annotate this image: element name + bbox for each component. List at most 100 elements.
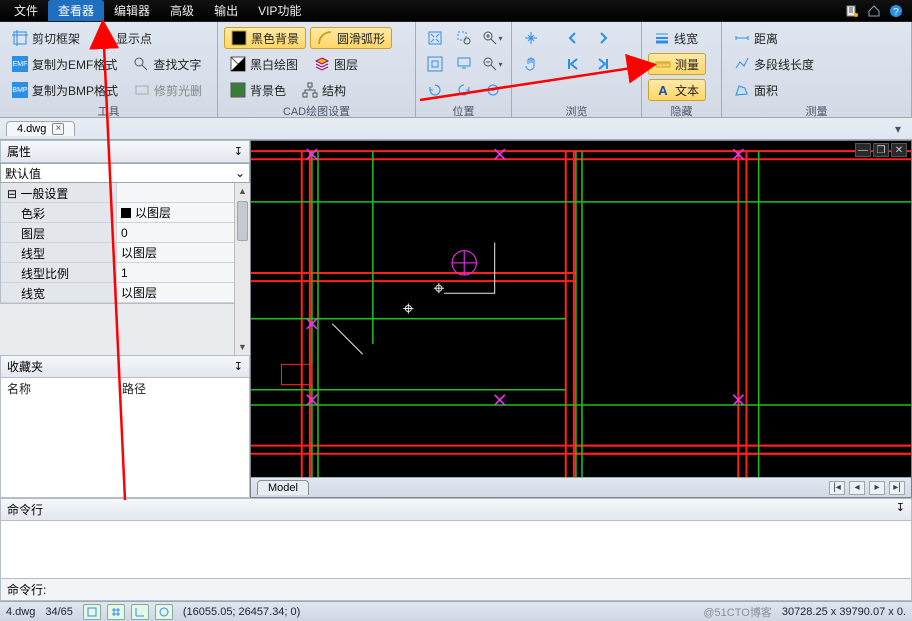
prev-button[interactable] [560,27,586,49]
document-tab[interactable]: 4.dwg × [6,121,75,136]
restore-button[interactable]: ❐ [873,143,889,157]
home-icon[interactable] [866,3,882,19]
text-icon: A [655,82,671,98]
copy-emf-button[interactable]: EMF复制为EMF格式 [6,53,123,75]
first-button[interactable] [560,53,586,75]
properties-scrollbar[interactable]: ▲ ▼ [234,183,250,355]
trim-icon [134,82,150,98]
pin-icon[interactable]: ↧ [234,145,243,158]
next-button[interactable] [590,27,616,49]
zoom-window-button[interactable] [451,27,476,49]
close-tab-button[interactable]: × [52,123,64,135]
prop-row-linetype[interactable]: 线型以图层 [1,243,249,263]
polyline-length-button[interactable]: 多段线长度 [728,53,820,75]
prop-key: 线型比例 [1,263,116,282]
pan-button[interactable] [518,27,544,49]
menu-viewer[interactable]: 查看器 [48,0,104,21]
menu-output[interactable]: 输出 [204,0,248,21]
bw-draw-button[interactable]: 黑白绘图 [224,53,304,75]
measure-button[interactable]: 测量 [648,53,706,75]
zoom-out-button[interactable]: ▾ [480,53,505,75]
properties-combo[interactable]: 默认值 ⌄ [0,163,250,183]
tab-menu-button[interactable]: ▾ [890,121,906,137]
properties-title[interactable]: 属性 ↧ [0,140,250,163]
model-tab[interactable]: Model [257,480,309,495]
show-points-button[interactable]: 显示点 [90,27,158,49]
area-button[interactable]: 面积 [728,79,784,101]
note-icon[interactable] [844,3,860,19]
ribbon-group-hide: 线宽 测量 A文本 隐藏 [642,22,722,117]
prop-section-label: 一般设置 [20,187,68,201]
pin-icon[interactable]: ↧ [896,501,905,518]
layout-next-button[interactable]: ▸ [869,481,885,495]
prop-row-ltscale[interactable]: 线型比例1 [1,263,249,283]
menu-bar: 文件 查看器 编辑器 高级 输出 VIP功能 ? [0,0,912,22]
layout-first-button[interactable]: |◂ [829,481,845,495]
status-coords: (16055.05; 26457.34; 0) [183,606,300,618]
minimize-button[interactable]: — [855,143,871,157]
grid-toggle[interactable] [107,604,125,620]
command-panel-title[interactable]: 命令行 ↧ [0,498,912,521]
close-button[interactable]: ✕ [891,143,907,157]
osnap-toggle[interactable] [155,604,173,620]
favorites-title[interactable]: 收藏夹 ↧ [0,355,250,378]
group-label-cad: CAD绘图设置 [224,102,409,119]
canvas-bottom-bar: Model |◂ ◂ ▸ ▸| [251,477,911,497]
status-toggles [83,604,173,620]
rotate-ccw-button[interactable] [451,79,476,101]
command-title-label: 命令行 [7,501,43,518]
layers-button[interactable]: 图层 [308,53,364,75]
prop-row-color[interactable]: 色彩以图层 [1,203,249,223]
lineweight-button[interactable]: 线宽 [648,27,704,49]
find-text-button[interactable]: 查找文字 [127,53,207,75]
zoom-rect-button[interactable] [451,53,476,75]
copy-bmp-button[interactable]: BMP复制为BMP格式 [6,79,124,101]
polyline-icon [734,56,750,72]
command-input[interactable] [52,581,905,598]
smooth-arc-button[interactable]: 圆滑弧形 [310,27,392,49]
scroll-down-button[interactable]: ▼ [235,339,250,355]
prop-row-lineweight[interactable]: 线宽以图层 [1,283,249,303]
rotate-button[interactable] [422,79,447,101]
smooth-arc-label: 圆滑弧形 [337,30,385,47]
crop-frame-button[interactable]: 剪切框架 [6,27,86,49]
ortho-toggle[interactable] [131,604,149,620]
status-pages: 34/65 [45,606,73,618]
prop-row-layer[interactable]: 图层0 [1,223,249,243]
prop-section[interactable]: ⊟ 一般设置 [1,183,249,203]
scroll-thumb[interactable] [237,201,248,241]
help-icon[interactable]: ? [888,3,904,19]
drawing-canvas[interactable]: — ❐ ✕ Model |◂ ◂ ▸ ▸| [250,140,912,498]
menu-advanced[interactable]: 高级 [160,0,204,21]
bgcolor-button[interactable]: 背景色 [224,79,292,101]
ribbon-group-browse: 浏览 [512,22,642,117]
text-button[interactable]: A文本 [648,79,706,101]
command-history[interactable] [0,521,912,579]
measure-label: 测量 [675,56,699,73]
trim-button[interactable]: 修剪光删 [128,79,208,101]
favorites-body[interactable]: 名称 路径 [0,378,250,498]
layout-prev-button[interactable]: ◂ [849,481,865,495]
hand-button[interactable] [518,53,544,75]
black-bg-button[interactable]: 黑色背景 [224,27,306,49]
scroll-up-button[interactable]: ▲ [235,183,250,199]
pin-icon[interactable]: ↧ [234,360,243,373]
distance-button[interactable]: 距离 [728,27,784,49]
menu-vip[interactable]: VIP功能 [248,0,311,21]
zoom-in-button[interactable]: ▾ [480,27,505,49]
center-button[interactable] [480,79,505,101]
extents-button[interactable] [422,53,447,75]
menu-editor[interactable]: 编辑器 [104,0,160,21]
menu-file[interactable]: 文件 [4,0,48,21]
ribbon-group-position: ▾ ▾ 位置 [416,22,512,117]
copy-emf-label: 复制为EMF格式 [32,56,117,73]
last-button[interactable] [590,53,616,75]
color-swatch [121,208,131,218]
structure-button[interactable]: 结构 [296,79,352,101]
fit-window-button[interactable] [422,27,447,49]
crop-icon [12,30,28,46]
layout-last-button[interactable]: ▸| [889,481,905,495]
group-label-position: 位置 [422,102,505,119]
lineweight-label: 线宽 [674,30,698,47]
snap-toggle[interactable] [83,604,101,620]
